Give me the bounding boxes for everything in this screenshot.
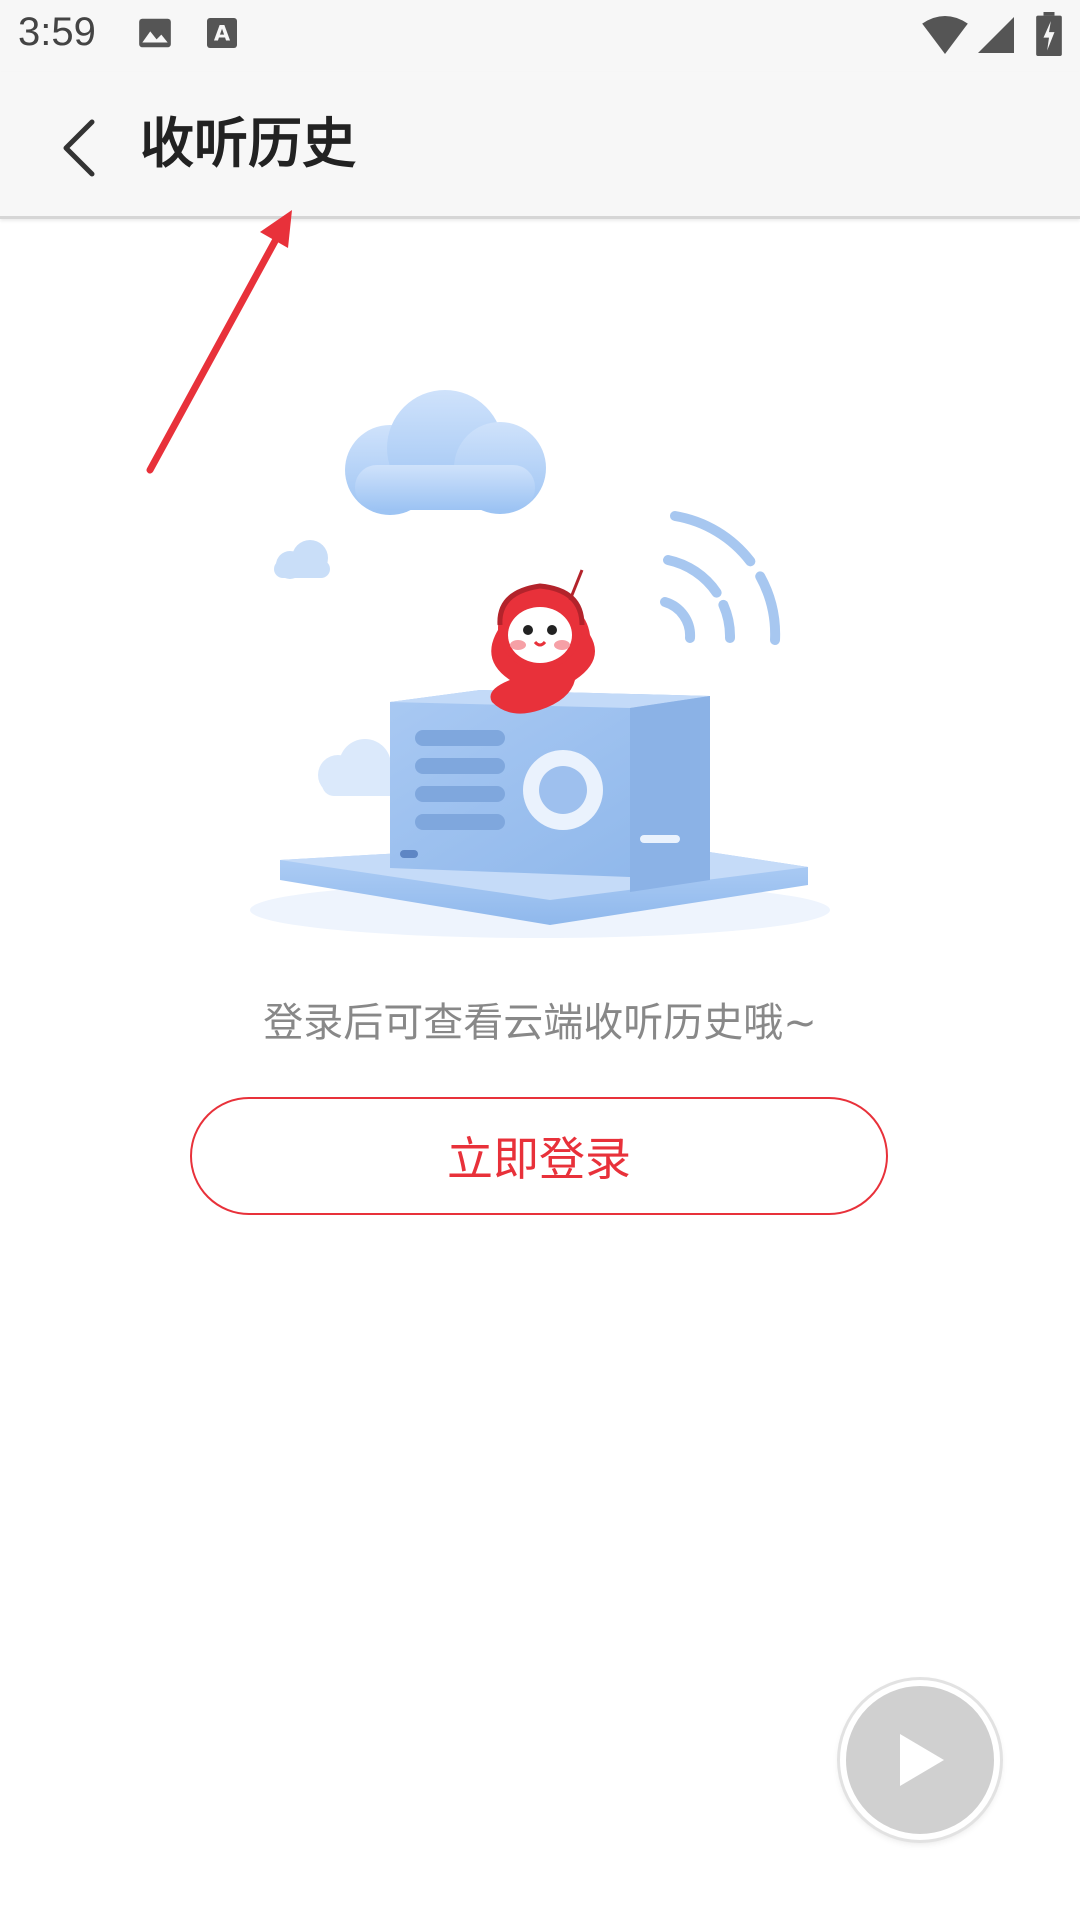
wifi-icon [922,16,968,54]
login-hint-text: 登录后可查看云端收听历史哦~ [263,1000,817,1046]
play-icon [900,1734,944,1786]
app-bar: 收听历史 [0,72,1080,219]
image-icon [139,18,171,48]
chevron-left-icon [63,119,95,177]
mascot-icon [490,569,595,714]
status-bar: 3:59 A [0,0,1080,72]
a-notification-icon: A [207,18,237,48]
small-cloud-icon [274,540,330,579]
back-button[interactable] [40,108,120,188]
page-title: 收听历史 [140,112,356,175]
svg-text:A: A [214,22,231,46]
battery-charging-icon [1036,12,1062,56]
radio-illustration [250,390,830,938]
signal-waves-icon [660,511,781,645]
small-cloud-icon [318,739,402,796]
signal-icon [978,17,1014,53]
status-time: 3:59 [18,10,96,54]
login-button[interactable]: 立即登录 [190,1097,888,1215]
play-button[interactable] [840,1680,1000,1840]
cloud-icon [345,390,546,515]
